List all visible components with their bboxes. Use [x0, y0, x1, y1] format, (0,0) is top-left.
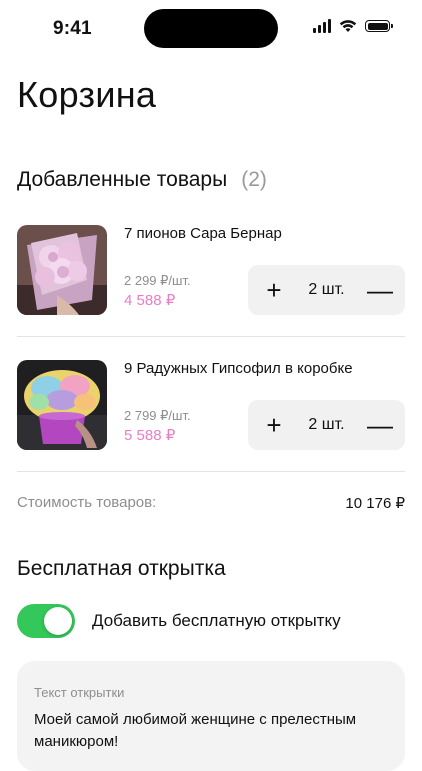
- free-postcard-toggle-label[interactable]: Добавить бесплатную открытку: [92, 611, 341, 631]
- divider: [17, 336, 405, 337]
- wifi-icon: [339, 20, 357, 32]
- product-name[interactable]: 7 пионов Сара Бернар: [124, 225, 282, 243]
- product-name[interactable]: 9 Радужных Гипсофил в коробке: [124, 360, 353, 378]
- unit-price: 2 799 ₽/шт.: [124, 408, 191, 423]
- cart-count: (2): [241, 168, 267, 191]
- product-image-gypsophila[interactable]: [17, 360, 107, 450]
- goods-cost-value: 10 176 ₽: [345, 495, 405, 512]
- total-price: 4 588 ₽: [124, 292, 176, 309]
- total-price: 5 588 ₽: [124, 427, 176, 444]
- toggle-knob: [44, 607, 72, 635]
- cart-heading-label: Добавленные товары: [17, 168, 228, 191]
- dynamic-island: [144, 9, 278, 48]
- divider: [17, 471, 405, 472]
- decrease-quantity-button[interactable]: —: [367, 277, 393, 303]
- free-postcard-toggle[interactable]: [17, 604, 75, 638]
- postcard-text-field[interactable]: Текст открытки Моей самой любимой женщин…: [17, 661, 405, 771]
- cart-item: 7 пионов Сара Бернар 2 299 ₽/шт. 4 588 ₽…: [17, 225, 405, 335]
- status-icons: [313, 19, 393, 33]
- status-time: 9:41: [53, 18, 92, 39]
- postcard-text-label: Текст открытки: [34, 685, 125, 700]
- cart-item: 9 Радужных Гипсофил в коробке 2 799 ₽/шт…: [17, 360, 405, 470]
- increase-quantity-button[interactable]: +: [262, 412, 286, 438]
- page-title: Корзина: [17, 74, 157, 115]
- cellular-signal-icon: [313, 19, 331, 33]
- postcard-text-value[interactable]: Моей самой любимой женщине с прелестным …: [34, 709, 384, 753]
- product-image-peonies[interactable]: [17, 225, 107, 315]
- increase-quantity-button[interactable]: +: [262, 277, 286, 303]
- decrease-quantity-button[interactable]: —: [367, 412, 393, 438]
- postcard-heading: Бесплатная открытка: [17, 557, 226, 580]
- goods-cost-label: Стоимость товаров:: [17, 494, 157, 511]
- quantity-stepper: + 2 шт. —: [248, 400, 405, 450]
- status-bar: 9:41: [0, 0, 422, 60]
- quantity-stepper: + 2 шт. —: [248, 265, 405, 315]
- quantity-value: 2 шт.: [308, 416, 345, 433]
- cart-heading: Добавленные товары (2): [17, 168, 267, 192]
- unit-price: 2 299 ₽/шт.: [124, 273, 191, 288]
- quantity-value: 2 шт.: [308, 281, 345, 298]
- battery-icon: [365, 20, 393, 32]
